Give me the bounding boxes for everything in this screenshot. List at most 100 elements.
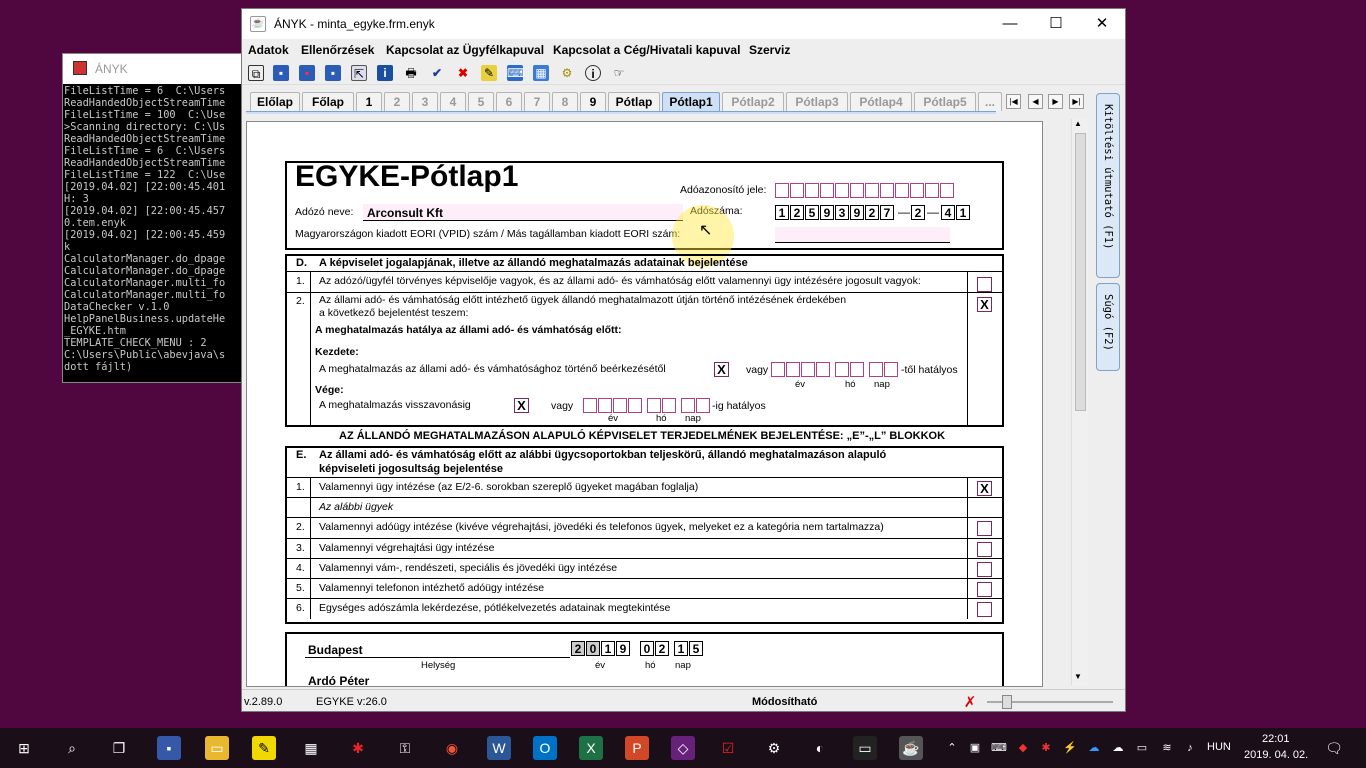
vege-year-cell[interactable] <box>628 398 642 413</box>
kezdete-day-cell[interactable] <box>869 362 883 377</box>
page-tab[interactable]: Pótlap <box>608 92 660 111</box>
taxid-cell[interactable] <box>835 183 849 198</box>
scroll-thumb[interactable] <box>1075 133 1086 411</box>
e-row-checkbox[interactable] <box>977 521 992 536</box>
menu-adatok[interactable]: Adatok <box>248 43 289 57</box>
onedrive-icon[interactable]: ☁ <box>1082 736 1106 760</box>
clock-time[interactable]: 22:01 <box>1262 733 1290 745</box>
tray-keyboard-icon[interactable]: ⌨ <box>987 736 1011 760</box>
copy-icon[interactable]: ⧉ <box>248 65 264 81</box>
check-icon[interactable]: ✔ <box>429 65 445 81</box>
page-tab[interactable]: 1 <box>356 92 382 111</box>
taxnum-digit[interactable]: 5 <box>805 205 819 220</box>
gamepad-icon[interactable]: ◐ <box>808 736 832 760</box>
taxnum-digit[interactable]: 7 <box>880 205 894 220</box>
search-icon[interactable]: ⌕ <box>60 736 84 760</box>
volume-icon[interactable]: ♪ <box>1178 736 1202 760</box>
page-tab[interactable]: 7 <box>524 92 550 111</box>
vege-year-cell[interactable] <box>598 398 612 413</box>
page-tab[interactable]: Előlap <box>250 92 300 111</box>
minimize-button[interactable]: — <box>987 9 1033 39</box>
input-language[interactable]: HUN <box>1207 741 1231 753</box>
tab-kitoltesi-utmutato[interactable]: Kitöltési útmutató (F1) <box>1096 93 1120 278</box>
e-row-checkbox[interactable]: X <box>977 481 992 496</box>
taxnum-digit[interactable]: 2 <box>865 205 879 220</box>
excel-icon[interactable]: X <box>579 736 603 760</box>
save-all-icon[interactable]: ▪ <box>325 65 341 81</box>
signature-date-digit[interactable]: 2 <box>655 641 669 656</box>
edit-icon[interactable]: ✎ <box>481 65 497 81</box>
print-icon[interactable]: 🖶 <box>403 65 419 81</box>
e-row-checkbox[interactable] <box>977 562 992 577</box>
e-row-checkbox[interactable] <box>977 542 992 557</box>
taxid-cell[interactable] <box>940 183 954 198</box>
calculator-app-icon[interactable]: ▦ <box>299 736 323 760</box>
save-icon[interactable]: ▪ <box>273 65 289 81</box>
taxnum-digit[interactable]: 2 <box>911 205 925 220</box>
d2-checkbox[interactable]: X <box>977 297 992 312</box>
menu-ceg-hivatali-kapu[interactable]: Kapcsolat a Cég/Hivatali kapuval <box>553 43 740 57</box>
signature-date-digit[interactable]: 0 <box>640 641 654 656</box>
info-icon[interactable]: i <box>585 65 601 81</box>
taxid-cell[interactable] <box>865 183 879 198</box>
kezdete-year-cell[interactable] <box>786 362 800 377</box>
vpn-icon[interactable]: ⚿ <box>393 736 417 760</box>
kezdete-day-cell[interactable] <box>884 362 898 377</box>
task-view-icon[interactable]: ❐ <box>107 736 131 760</box>
kezdete-month-cell[interactable] <box>850 362 864 377</box>
page-tab[interactable]: Pótlap2 <box>722 92 784 111</box>
tray-bluetooth-icon[interactable]: ⚡ <box>1058 736 1082 760</box>
last-page-button[interactable]: ▶| <box>1069 94 1084 109</box>
cloud-icon[interactable]: ☁ <box>1106 736 1130 760</box>
kezdete-year-cell[interactable] <box>771 362 785 377</box>
page-tab[interactable]: 3 <box>412 92 438 111</box>
vege-year-cell[interactable] <box>613 398 627 413</box>
kezdete-year-cell[interactable] <box>816 362 830 377</box>
signature-date-digit[interactable]: 9 <box>616 641 630 656</box>
maximize-button[interactable]: ☐ <box>1033 9 1079 39</box>
tools-icon[interactable]: ⚙ <box>559 65 575 81</box>
notifications-icon[interactable]: 🗨 <box>1322 736 1346 760</box>
wifi-icon[interactable]: ≋ <box>1155 736 1179 760</box>
taxnum-digit[interactable]: 1 <box>956 205 970 220</box>
console-window[interactable]: ÁNYK FileListTime = 6 C:\Users ReadHande… <box>62 53 242 383</box>
signature-date-digit[interactable]: 5 <box>689 641 703 656</box>
page-tab[interactable]: 4 <box>440 92 466 111</box>
taxid-cell[interactable] <box>820 183 834 198</box>
sticky-notes-icon[interactable]: ✎ <box>252 736 276 760</box>
export-icon[interactable]: ⇱ <box>351 65 367 81</box>
todo-icon[interactable]: ☑ <box>716 736 740 760</box>
scroll-up-arrow[interactable]: ▲ <box>1074 119 1082 128</box>
page-tab[interactable]: 6 <box>496 92 522 111</box>
taxid-cell[interactable] <box>775 183 789 198</box>
taxid-cell[interactable] <box>910 183 924 198</box>
taxnum-digit[interactable]: 2 <box>790 205 804 220</box>
taxid-cell[interactable] <box>925 183 939 198</box>
signature-date-digit[interactable]: 1 <box>601 641 615 656</box>
delete-icon[interactable]: ✖ <box>455 65 471 81</box>
vege-day-cell[interactable] <box>681 398 695 413</box>
page-tab[interactable]: 9 <box>580 92 606 111</box>
next-page-button[interactable]: ▶ <box>1048 94 1063 109</box>
page-tab[interactable]: Pótlap4 <box>850 92 912 111</box>
e-row-checkbox[interactable] <box>977 602 992 617</box>
java-app-icon[interactable]: ☕ <box>899 736 923 760</box>
save-as-icon[interactable]: ▪ <box>299 65 315 81</box>
clock-date[interactable]: 2019. 04. 02. <box>1244 749 1308 761</box>
file-explorer-icon[interactable]: ▭ <box>205 736 229 760</box>
chrome-icon[interactable]: ◉ <box>440 736 464 760</box>
error-icon[interactable]: ✗ <box>961 693 979 711</box>
keyboard-icon[interactable]: ⌨ <box>507 65 524 81</box>
show-hidden-icons[interactable]: ⌃ <box>940 736 964 760</box>
tray-device-icon[interactable]: ▣ <box>963 736 987 760</box>
word-icon[interactable]: W <box>487 736 511 760</box>
taxid-cell[interactable] <box>850 183 864 198</box>
menu-ellenorzesek[interactable]: Ellenőrzések <box>301 43 374 57</box>
scroll-down-arrow[interactable]: ▼ <box>1074 672 1082 681</box>
battery-icon[interactable]: ▭ <box>1130 736 1154 760</box>
console-titlebar[interactable]: ÁNYK <box>63 54 241 84</box>
vege-month-cell[interactable] <box>662 398 676 413</box>
page-tab[interactable]: Pótlap5 <box>914 92 976 111</box>
calculator-icon[interactable]: ▦ <box>533 65 549 81</box>
page-tab[interactable]: Főlap <box>302 92 354 111</box>
